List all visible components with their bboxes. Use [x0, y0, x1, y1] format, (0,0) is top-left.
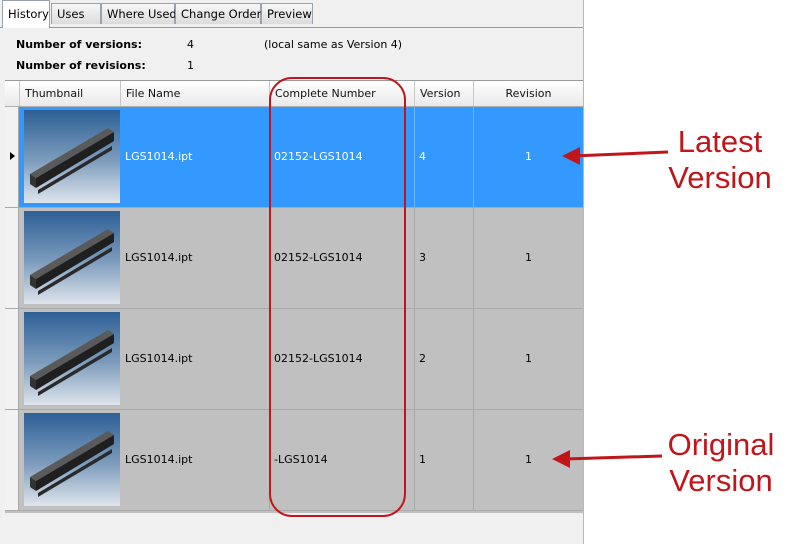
- versions-value: 4: [187, 38, 194, 51]
- versions-label: Number of versions:: [16, 38, 142, 51]
- original-version-callout: Original Version: [660, 427, 782, 499]
- row-header-corner: [5, 81, 20, 106]
- row-selector[interactable]: [5, 410, 19, 510]
- table-row[interactable]: LGS1014.ipt 02152-LGS1014 2 1: [5, 309, 583, 410]
- complete-number-cell: -LGS1014: [270, 410, 415, 510]
- tab-uses[interactable]: Uses: [51, 3, 101, 24]
- original-callout-line2: Version: [669, 463, 773, 498]
- revisions-label: Number of revisions:: [16, 59, 146, 72]
- complete-number-cell: 02152-LGS1014: [270, 309, 415, 409]
- column-header-thumbnail[interactable]: Thumbnail: [20, 81, 121, 106]
- version-cell: 4: [415, 107, 474, 207]
- row-selector[interactable]: [5, 107, 19, 207]
- history-summary: Number of versions: 4 (local same as Ver…: [0, 28, 583, 78]
- version-cell: 3: [415, 208, 474, 308]
- table-row[interactable]: LGS1014.ipt -LGS1014 1 1: [5, 410, 583, 511]
- column-header-version[interactable]: Version: [415, 81, 474, 106]
- part-thumbnail: [24, 312, 120, 405]
- latest-version-callout: Latest Version: [660, 124, 780, 196]
- revision-cell: 1: [525, 352, 532, 365]
- tab-change-order[interactable]: Change Order: [175, 3, 261, 24]
- part-thumbnail: [24, 211, 120, 304]
- part-thumbnail: [24, 413, 120, 506]
- tab-preview[interactable]: Preview: [261, 3, 313, 24]
- part-thumbnail: [24, 110, 120, 203]
- latest-callout-line2: Version: [668, 160, 772, 195]
- complete-number-cell: 02152-LGS1014: [270, 208, 415, 308]
- version-cell: 2: [415, 309, 474, 409]
- row-selector[interactable]: [5, 208, 19, 308]
- versions-note: (local same as Version 4): [264, 38, 403, 51]
- version-history-grid[interactable]: Thumbnail File Name Complete Number Vers…: [5, 80, 583, 513]
- column-header-complete-number[interactable]: Complete Number: [270, 81, 415, 106]
- column-header-revision[interactable]: Revision: [474, 81, 583, 106]
- tab-where-used[interactable]: Where Used: [101, 3, 177, 24]
- current-row-arrow-icon: [10, 152, 15, 160]
- revisions-value: 1: [187, 59, 194, 72]
- file-name-cell: LGS1014.ipt: [121, 309, 270, 409]
- file-name-cell: LGS1014.ipt: [121, 208, 270, 308]
- latest-version-arrow-icon: [571, 150, 669, 158]
- row-selector[interactable]: [5, 309, 19, 409]
- history-panel: History Uses Where Used Change Order Pre…: [0, 0, 584, 544]
- file-name-cell: LGS1014.ipt: [121, 410, 270, 510]
- file-name-cell: LGS1014.ipt: [121, 107, 270, 207]
- original-callout-line1: Original: [667, 427, 775, 462]
- tab-strip: History Uses Where Used Change Order Pre…: [0, 0, 583, 28]
- revision-cell: 1: [525, 453, 532, 466]
- revision-cell: 1: [525, 251, 532, 264]
- revision-cell: 1: [525, 150, 532, 163]
- column-header-file-name[interactable]: File Name: [121, 81, 270, 106]
- complete-number-cell: 02152-LGS1014: [270, 107, 415, 207]
- version-cell: 1: [415, 410, 474, 510]
- latest-callout-line1: Latest: [677, 124, 763, 159]
- tab-history[interactable]: History: [2, 0, 50, 28]
- grid-header: Thumbnail File Name Complete Number Vers…: [5, 81, 583, 107]
- table-row[interactable]: LGS1014.ipt 02152-LGS1014 3 1: [5, 208, 583, 309]
- table-row[interactable]: LGS1014.ipt 02152-LGS1014 4 1: [5, 107, 583, 208]
